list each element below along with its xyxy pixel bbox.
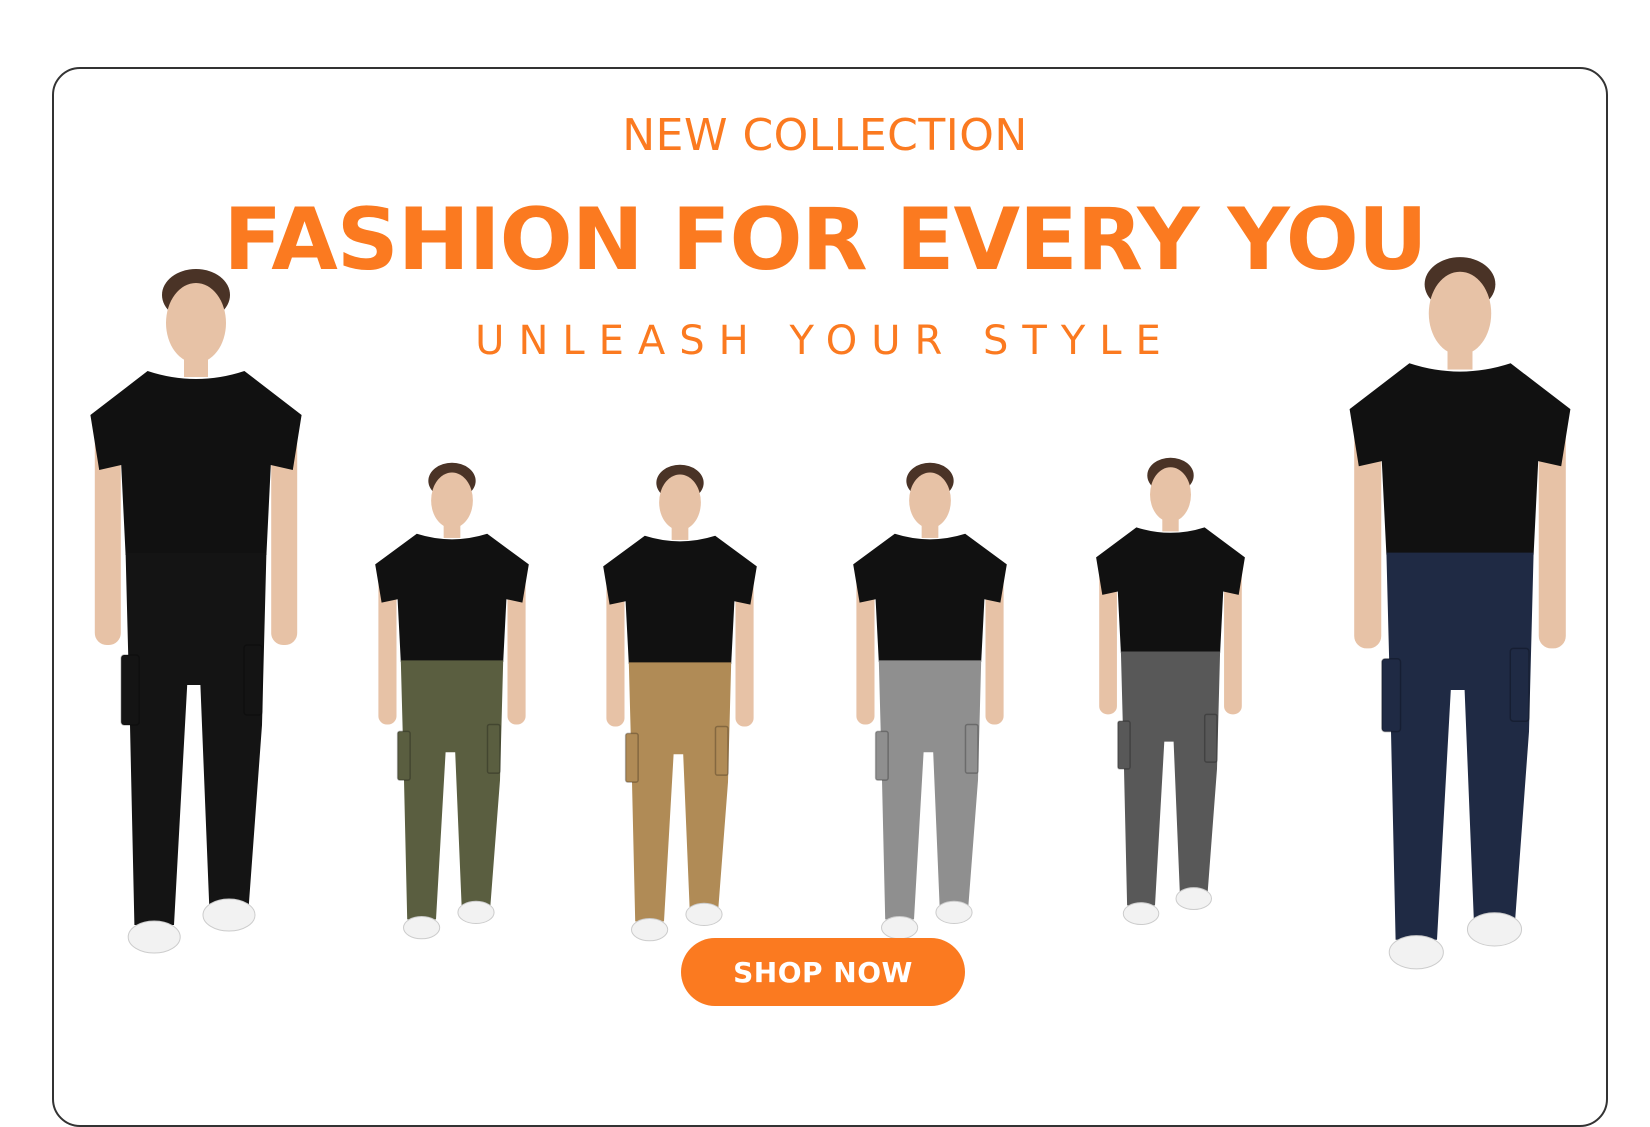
model-khaki-pants xyxy=(603,464,757,942)
model-olive-pants xyxy=(375,462,529,940)
models-gallery xyxy=(0,0,1650,1080)
model-charcoal-pants xyxy=(1096,457,1245,926)
shop-now-button[interactable]: SHOP NOW xyxy=(681,938,965,1006)
model-light-grey-pants xyxy=(853,462,1007,940)
model-black-pants xyxy=(90,269,302,954)
model-navy-pants xyxy=(1349,257,1571,970)
